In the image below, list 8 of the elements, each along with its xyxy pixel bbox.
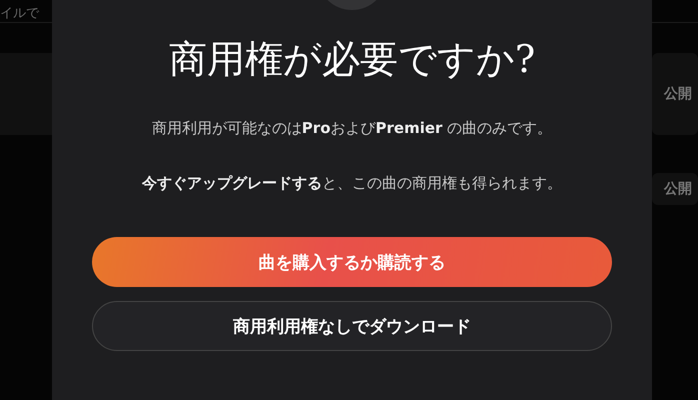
purchase-button[interactable]: 曲を購入するか購読する <box>92 237 612 287</box>
dialog-text: 商用利用が可能なのはProおよびPremier の曲のみです。 <box>152 119 552 138</box>
status-label: 公開 <box>664 85 692 103</box>
partial-text: イルで <box>0 5 39 22</box>
status-label: 公開 <box>664 180 692 198</box>
dialog-text: 今すぐアップグレードすると、この曲の商用権も得られます。 <box>142 174 562 193</box>
download-button[interactable]: 商用利用権なしでダウンロード <box>92 301 612 351</box>
dialog-title: 商用権が必要ですか? <box>168 36 536 83</box>
